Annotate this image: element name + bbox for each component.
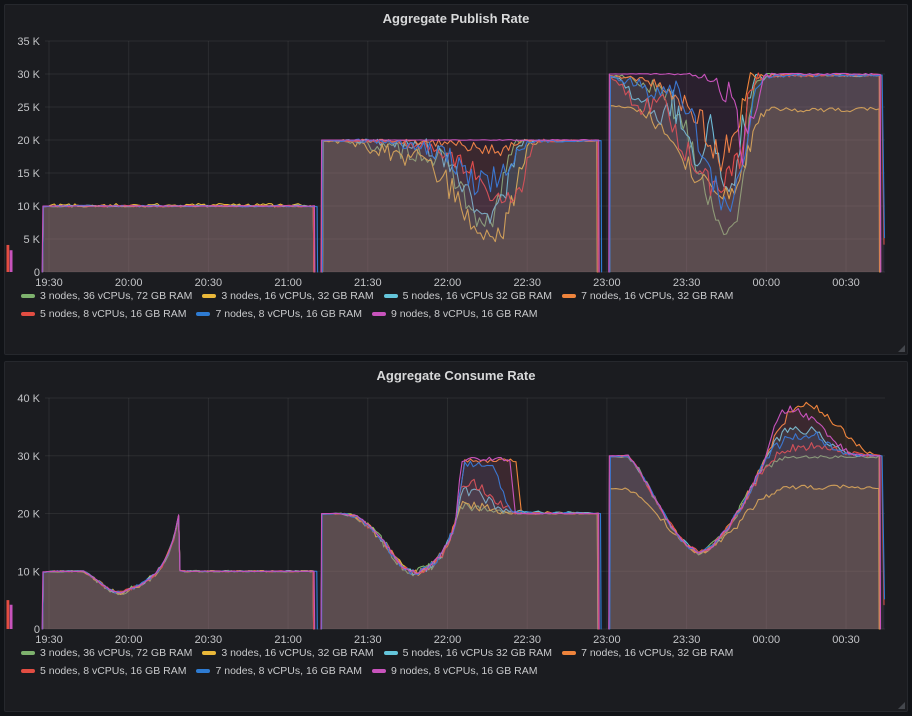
legend-item[interactable]: 5 nodes, 16 vCPUs 32 GB RAM [384, 647, 552, 659]
legend-consume: 3 nodes, 36 vCPUs, 72 GB RAM 3 nodes, 16 … [5, 646, 907, 685]
x-axis-tick-label: 21:00 [274, 277, 302, 289]
legend-item[interactable]: 3 nodes, 36 vCPUs, 72 GB RAM [21, 647, 192, 659]
publish-rate-chart[interactable]: 05 K10 K15 K20 K25 K30 K35 K19:3020:0020… [5, 31, 908, 289]
legend-label: 3 nodes, 36 vCPUs, 72 GB RAM [40, 647, 192, 659]
legend-swatch [196, 312, 210, 316]
series-area [321, 457, 599, 629]
panel-title-publish[interactable]: Aggregate Publish Rate [383, 11, 530, 26]
x-axis-tick-label: 23:30 [673, 277, 701, 289]
legend-label: 9 nodes, 8 vCPUs, 16 GB RAM [391, 665, 537, 677]
y-axis-tick-label: 35 K [17, 36, 40, 48]
x-axis-tick-label: 22:00 [434, 277, 462, 289]
panel-header: Aggregate Consume Rate [5, 362, 907, 388]
left-edge-artifact [10, 605, 13, 629]
legend-swatch [202, 651, 216, 655]
legend-item[interactable]: 5 nodes, 8 vCPUs, 16 GB RAM [21, 665, 186, 677]
plot-area-publish[interactable]: 05 K10 K15 K20 K25 K30 K35 K19:3020:0020… [5, 31, 907, 289]
x-axis-tick-label: 22:30 [513, 277, 541, 289]
legend-item[interactable]: 3 nodes, 16 vCPUs, 32 GB RAM [202, 290, 373, 302]
legend-swatch [21, 651, 35, 655]
x-axis-tick-label: 21:30 [354, 277, 382, 289]
legend-label: 7 nodes, 8 vCPUs, 16 GB RAM [215, 665, 361, 677]
legend-swatch [372, 312, 386, 316]
series-area [42, 515, 315, 629]
legend-swatch [384, 651, 398, 655]
legend-label: 3 nodes, 16 vCPUs, 32 GB RAM [221, 290, 373, 302]
x-axis-tick-label: 23:00 [593, 277, 621, 289]
y-axis-tick-label: 10 K [17, 201, 40, 213]
legend-label: 5 nodes, 8 vCPUs, 16 GB RAM [40, 665, 186, 677]
x-axis-tick-label: 00:00 [753, 277, 781, 289]
y-axis-tick-label: 25 K [17, 102, 40, 114]
x-axis-tick-label: 21:30 [354, 634, 382, 646]
x-axis-tick-label: 22:00 [434, 634, 462, 646]
y-axis-tick-label: 40 K [17, 393, 40, 405]
legend-item[interactable]: 5 nodes, 16 vCPUs 32 GB RAM [384, 290, 552, 302]
legend-swatch [21, 669, 35, 673]
legend-label: 5 nodes, 8 vCPUs, 16 GB RAM [40, 308, 186, 320]
consume-rate-chart[interactable]: 010 K20 K30 K40 K19:3020:0020:3021:0021:… [5, 388, 908, 646]
panel-resize-handle[interactable] [898, 345, 905, 352]
legend-item[interactable]: 7 nodes, 16 vCPUs, 32 GB RAM [562, 647, 733, 659]
x-axis-tick-label: 20:30 [195, 634, 223, 646]
y-axis-tick-label: 30 K [17, 451, 40, 463]
left-edge-artifact [10, 250, 13, 272]
panel-publish-rate: Aggregate Publish Rate 05 K10 K15 K20 K2… [4, 4, 908, 355]
x-axis-tick-label: 00:30 [832, 277, 860, 289]
panel-consume-rate: Aggregate Consume Rate 010 K20 K30 K40 K… [4, 361, 908, 712]
x-axis-tick-label: 19:30 [35, 634, 63, 646]
x-axis-tick-label: 20:00 [115, 634, 143, 646]
x-axis-tick-label: 19:30 [35, 277, 63, 289]
legend-swatch [562, 651, 576, 655]
x-axis-tick-label: 00:30 [832, 634, 860, 646]
legend-item[interactable]: 5 nodes, 8 vCPUs, 16 GB RAM [21, 308, 186, 320]
legend-label: 9 nodes, 8 vCPUs, 16 GB RAM [391, 308, 537, 320]
legend-item[interactable]: 7 nodes, 8 vCPUs, 16 GB RAM [196, 665, 361, 677]
legend-item[interactable]: 3 nodes, 16 vCPUs, 32 GB RAM [202, 647, 373, 659]
x-axis-tick-label: 23:30 [673, 634, 701, 646]
legend-item[interactable]: 7 nodes, 16 vCPUs, 32 GB RAM [562, 290, 733, 302]
y-axis-tick-label: 20 K [17, 135, 40, 147]
dashboard: Aggregate Publish Rate 05 K10 K15 K20 K2… [0, 0, 912, 716]
legend-item[interactable]: 7 nodes, 8 vCPUs, 16 GB RAM [196, 308, 361, 320]
legend-swatch [202, 294, 216, 298]
legend-publish: 3 nodes, 36 vCPUs, 72 GB RAM 3 nodes, 16 … [5, 289, 907, 328]
legend-swatch [21, 312, 35, 316]
y-axis-tick-label: 15 K [17, 168, 40, 180]
panel-title-consume[interactable]: Aggregate Consume Rate [377, 368, 536, 383]
y-axis-tick-label: 10 K [17, 566, 40, 578]
legend-swatch [372, 669, 386, 673]
x-axis-tick-label: 20:30 [195, 277, 223, 289]
legend-label: 7 nodes, 16 vCPUs, 32 GB RAM [581, 290, 733, 302]
x-axis-tick-label: 22:30 [513, 634, 541, 646]
legend-label: 5 nodes, 16 vCPUs 32 GB RAM [403, 647, 552, 659]
x-axis-tick-label: 23:00 [593, 634, 621, 646]
legend-item[interactable]: 9 nodes, 8 vCPUs, 16 GB RAM [372, 308, 537, 320]
legend-label: 7 nodes, 8 vCPUs, 16 GB RAM [215, 308, 361, 320]
legend-item[interactable]: 3 nodes, 36 vCPUs, 72 GB RAM [21, 290, 192, 302]
y-axis-tick-label: 20 K [17, 509, 40, 521]
legend-label: 5 nodes, 16 vCPUs 32 GB RAM [403, 290, 552, 302]
legend-label: 7 nodes, 16 vCPUs, 32 GB RAM [581, 647, 733, 659]
x-axis-tick-label: 21:00 [274, 634, 302, 646]
legend-label: 3 nodes, 16 vCPUs, 32 GB RAM [221, 647, 373, 659]
legend-swatch [21, 294, 35, 298]
series-area [42, 206, 315, 272]
left-edge-artifact [7, 600, 10, 629]
legend-item[interactable]: 9 nodes, 8 vCPUs, 16 GB RAM [372, 665, 537, 677]
legend-swatch [562, 294, 576, 298]
x-axis-tick-label: 20:00 [115, 277, 143, 289]
left-edge-artifact [7, 245, 10, 272]
x-axis-tick-label: 00:00 [753, 634, 781, 646]
series-area [321, 140, 599, 272]
y-axis-tick-label: 5 K [23, 234, 40, 246]
legend-swatch [196, 669, 210, 673]
panel-resize-handle[interactable] [898, 702, 905, 709]
plot-area-consume[interactable]: 010 K20 K30 K40 K19:3020:0020:3021:0021:… [5, 388, 907, 646]
y-axis-tick-label: 30 K [17, 69, 40, 81]
legend-swatch [384, 294, 398, 298]
panel-header: Aggregate Publish Rate [5, 5, 907, 31]
legend-label: 3 nodes, 36 vCPUs, 72 GB RAM [40, 290, 192, 302]
